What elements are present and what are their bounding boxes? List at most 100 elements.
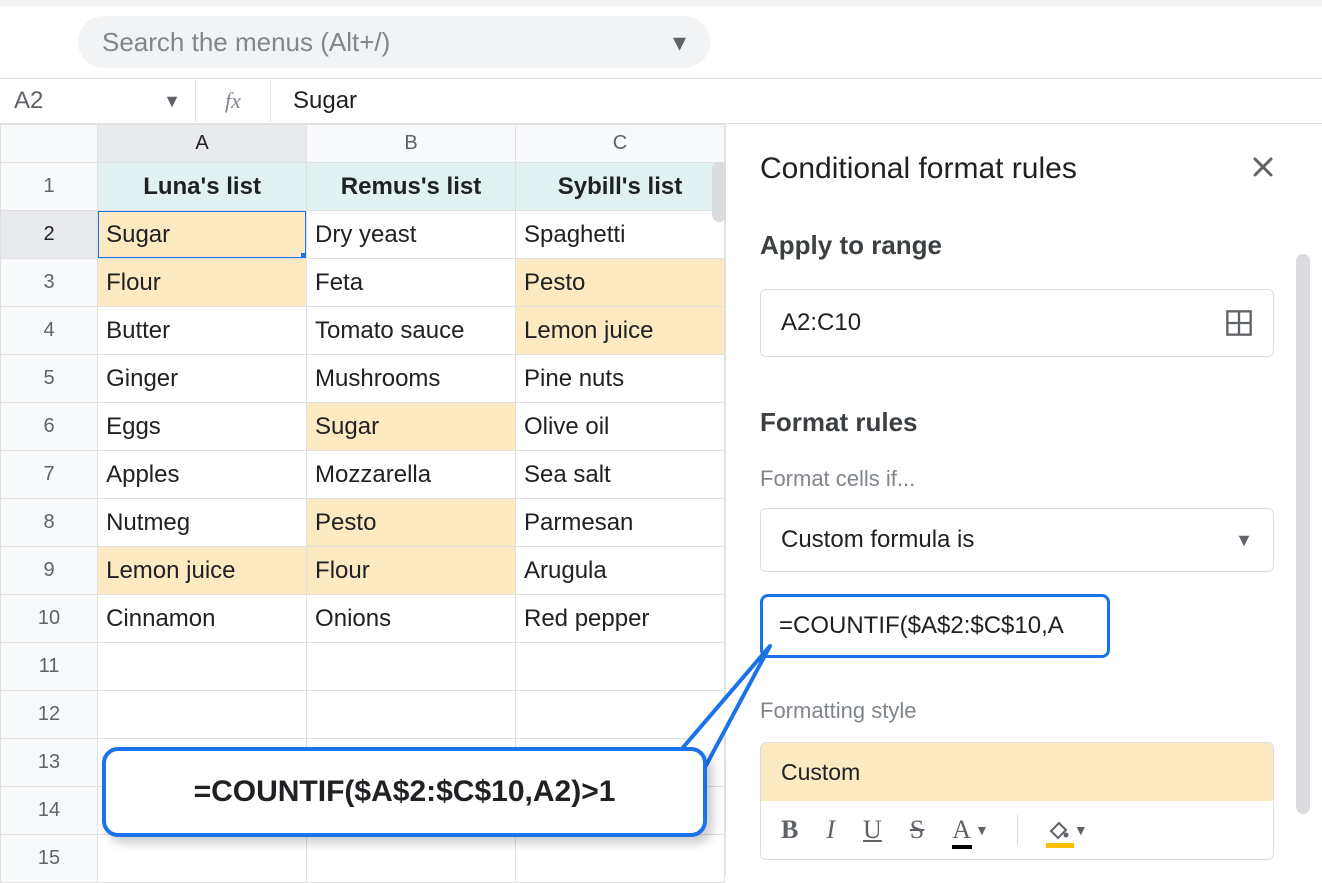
- cell[interactable]: Tomato sauce: [307, 307, 516, 355]
- text-color-button[interactable]: A ▼: [952, 815, 989, 845]
- formatting-style-label: Formatting style: [760, 698, 1274, 724]
- selection-handle[interactable]: [301, 253, 307, 259]
- cell[interactable]: Olive oil: [516, 403, 725, 451]
- row-header[interactable]: 9: [1, 547, 98, 595]
- underline-button[interactable]: U: [863, 815, 882, 845]
- chevron-down-icon: ▼: [1074, 822, 1088, 838]
- cell[interactable]: Dry yeast: [307, 211, 516, 259]
- menu-search[interactable]: Search the menus (Alt+/) ▾: [78, 16, 710, 68]
- row-header[interactable]: 14: [1, 787, 98, 835]
- italic-button[interactable]: I: [826, 815, 835, 845]
- cell[interactable]: Flour: [307, 547, 516, 595]
- text-color-letter: A: [952, 815, 971, 844]
- search-row: Search the menus (Alt+/) ▾: [0, 6, 1322, 78]
- cell[interactable]: Mozzarella: [307, 451, 516, 499]
- chevron-down-icon: ▼: [1235, 530, 1253, 551]
- cell[interactable]: Lemon juice: [516, 307, 725, 355]
- cell[interactable]: Butter: [98, 307, 307, 355]
- toolbar-divider: [1017, 815, 1018, 845]
- formula-bar-input[interactable]: Sugar: [271, 87, 1322, 115]
- cell[interactable]: Sugar: [307, 403, 516, 451]
- cell[interactable]: Sea salt: [516, 451, 725, 499]
- cell[interactable]: Pesto: [516, 259, 725, 307]
- select-all-corner[interactable]: [1, 125, 98, 163]
- fx-label: fx: [195, 80, 271, 122]
- name-box[interactable]: A2 ▼: [0, 87, 195, 115]
- bold-button[interactable]: B: [781, 815, 798, 845]
- cell[interactable]: Apples: [98, 451, 307, 499]
- row-header[interactable]: 1: [1, 163, 98, 211]
- cell[interactable]: Sugar: [98, 211, 307, 259]
- row-header[interactable]: 5: [1, 355, 98, 403]
- cell[interactable]: Arugula: [516, 547, 725, 595]
- cell[interactable]: Pesto: [307, 499, 516, 547]
- cell[interactable]: Onions: [307, 595, 516, 643]
- cell[interactable]: Cinnamon: [98, 595, 307, 643]
- cell[interactable]: [98, 643, 307, 691]
- col-header[interactable]: B: [307, 125, 516, 163]
- scrollbar-vertical[interactable]: [712, 162, 726, 222]
- cell[interactable]: [516, 643, 725, 691]
- cell[interactable]: Feta: [307, 259, 516, 307]
- row-header[interactable]: 6: [1, 403, 98, 451]
- cell[interactable]: Spaghetti: [516, 211, 725, 259]
- close-icon[interactable]: [1252, 153, 1274, 185]
- format-rules-label: Format rules: [760, 407, 1274, 438]
- spreadsheet-area: A B C 1Luna's listRemus's listSybill's l…: [0, 124, 726, 876]
- formatting-style-box: Custom B I U S A ▼: [760, 742, 1274, 860]
- chevron-down-icon: ▾: [673, 27, 686, 58]
- cell[interactable]: [516, 835, 725, 883]
- custom-formula-value: =COUNTIF($A$2:$C$10,A: [779, 612, 1064, 640]
- row-header[interactable]: 10: [1, 595, 98, 643]
- header-cell[interactable]: Remus's list: [307, 163, 516, 211]
- style-preview[interactable]: Custom: [761, 743, 1273, 801]
- cell[interactable]: [516, 691, 725, 739]
- row-header[interactable]: 2: [1, 211, 98, 259]
- cell[interactable]: [98, 691, 307, 739]
- row-header[interactable]: 12: [1, 691, 98, 739]
- cell[interactable]: Ginger: [98, 355, 307, 403]
- chevron-down-icon: ▼: [975, 822, 989, 838]
- row-header[interactable]: 4: [1, 307, 98, 355]
- scrollbar-vertical[interactable]: [1296, 254, 1310, 814]
- cell[interactable]: Mushrooms: [307, 355, 516, 403]
- chevron-down-icon: ▼: [163, 91, 181, 112]
- text-color-swatch: [952, 845, 972, 849]
- style-preview-text: Custom: [781, 759, 860, 786]
- cell[interactable]: Lemon juice: [98, 547, 307, 595]
- strike-button[interactable]: S: [910, 815, 924, 845]
- cell[interactable]: Nutmeg: [98, 499, 307, 547]
- cell[interactable]: Red pepper: [516, 595, 725, 643]
- name-formula-bar: A2 ▼ fx Sugar: [0, 78, 1322, 124]
- cell[interactable]: [307, 691, 516, 739]
- row-header[interactable]: 8: [1, 499, 98, 547]
- apply-range-label: Apply to range: [760, 230, 1274, 261]
- cell[interactable]: Parmesan: [516, 499, 725, 547]
- header-cell[interactable]: Sybill's list: [516, 163, 725, 211]
- header-cell[interactable]: Luna's list: [98, 163, 307, 211]
- paint-bucket-icon: [1046, 818, 1070, 842]
- col-header[interactable]: A: [98, 125, 307, 163]
- range-value: A2:C10: [781, 309, 861, 337]
- select-range-icon[interactable]: [1225, 309, 1253, 337]
- cell[interactable]: [98, 835, 307, 883]
- cell[interactable]: [307, 643, 516, 691]
- custom-formula-input[interactable]: =COUNTIF($A$2:$C$10,A: [760, 594, 1110, 658]
- cell[interactable]: Flour: [98, 259, 307, 307]
- style-toolbar: B I U S A ▼ ▼: [761, 801, 1273, 859]
- row-header[interactable]: 13: [1, 739, 98, 787]
- row-header[interactable]: 11: [1, 643, 98, 691]
- row-header[interactable]: 3: [1, 259, 98, 307]
- col-header[interactable]: C: [516, 125, 725, 163]
- callout-text: =COUNTIF($A$2:$C$10,A2)>1: [194, 775, 616, 809]
- condition-select[interactable]: Custom formula is ▼: [760, 508, 1274, 572]
- cell[interactable]: Eggs: [98, 403, 307, 451]
- row-header[interactable]: 7: [1, 451, 98, 499]
- menu-search-placeholder: Search the menus (Alt+/): [102, 27, 390, 58]
- cell[interactable]: [307, 835, 516, 883]
- conditional-format-panel: Conditional format rules Apply to range …: [726, 124, 1322, 876]
- fill-color-button[interactable]: ▼: [1046, 818, 1088, 842]
- cell[interactable]: Pine nuts: [516, 355, 725, 403]
- row-header[interactable]: 15: [1, 835, 98, 883]
- range-input[interactable]: A2:C10: [760, 289, 1274, 357]
